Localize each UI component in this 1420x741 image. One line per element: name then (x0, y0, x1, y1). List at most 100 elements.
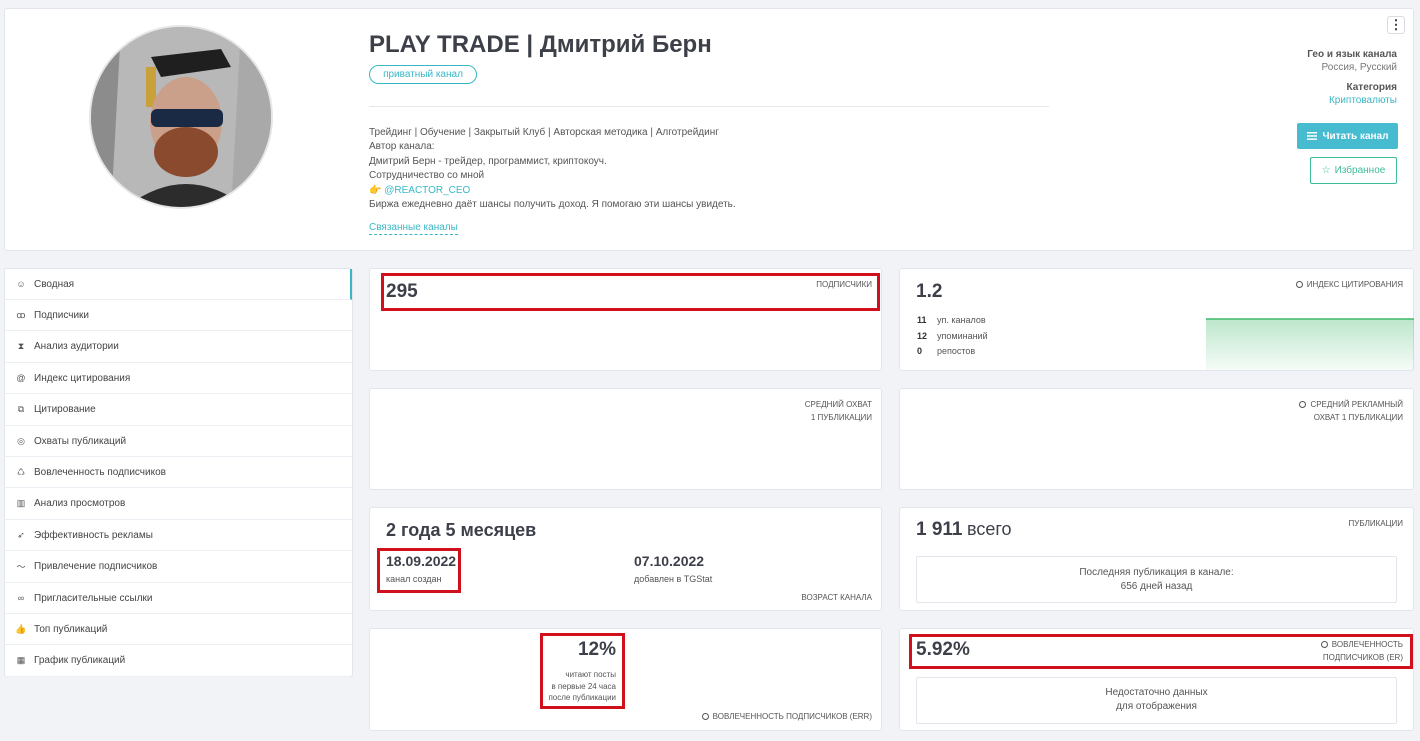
smile-icon: ☺ (16, 279, 26, 289)
publications-count-line: 1 911 всего (916, 519, 1012, 541)
sidebar-item-label: Эффективность рекламы (34, 529, 153, 541)
related-channels-link[interactable]: Связанные каналы (369, 222, 458, 235)
hourglass-icon: ⧗ (17, 341, 25, 352)
info-icon (1299, 401, 1307, 408)
sidebar-item-label: Анализ аудитории (34, 341, 119, 353)
citation-sparkline (1206, 318, 1414, 370)
sidebar-item-label: Привлечение подписчиков (34, 561, 158, 573)
rocket-icon: ➶ (17, 529, 25, 540)
highlight-box (377, 548, 461, 593)
last-publication-days: 656 дней назад (1120, 581, 1193, 592)
citation-row: 11 уп. каналов (917, 315, 986, 325)
sidebar-item-trend[interactable]: 〜 Привлечение подписчиков (5, 552, 352, 583)
citation-stats: 11 уп. каналов 12 упоминаний 0 репостов (917, 313, 988, 360)
average-reach-label: СРЕДНИЙ ОХВАТ 1 ПУБЛИКАЦИИ (804, 400, 872, 422)
info-icon (701, 712, 709, 720)
average-reach-card: СРЕДНИЙ ОХВАТ 1 ПУБЛИКАЦИИ (369, 388, 882, 490)
channel-age-label: ВОЗРАСТ КАНАЛА (801, 592, 872, 602)
added-date: 07.10.2022 (634, 553, 705, 569)
users-icon: ꝏ (16, 309, 26, 320)
channel-description: Трейдинг | Обучение | Закрытый Клуб | Ав… (369, 126, 1069, 212)
channel-title: PLAY TRADE | Дмитрий Берн (369, 31, 712, 58)
publications-label: ПУБЛИКАЦИИ (1348, 519, 1404, 528)
sidebar-item-label: Сводная (34, 278, 75, 290)
er-empty-text: для отображения (1116, 701, 1197, 712)
publications-card: 1 911 всего ПУБЛИКАЦИИ Последняя публика… (899, 507, 1414, 611)
citation-row: 12 упоминаний (917, 330, 988, 341)
thumbs-up-icon: 👍 (15, 623, 27, 634)
highlight-box (381, 273, 880, 311)
pointing-hand-icon: 👉 (369, 184, 382, 196)
bar-chart-icon: ▥ (16, 498, 26, 509)
sidebar-item-bar-chart[interactable]: ▥ Анализ просмотров (5, 489, 352, 520)
highlight-box (909, 634, 1413, 669)
trend-icon: 〜 (16, 562, 26, 573)
sidebar-item-thumbs-up[interactable]: 👍 Топ публикаций (5, 614, 352, 646)
publications-count: 1 911 (916, 519, 963, 540)
read-channel-button[interactable]: Читать канал (1297, 123, 1398, 149)
category-link[interactable]: Криптовалюты (1329, 95, 1397, 106)
citation-index-card: 1.2 ИНДЕКС ЦИТИРОВАНИЯ 11 уп. каналов 12 у… (899, 268, 1414, 371)
sidebar-nav: ☺ Сводная ꝏ Подписчики ⧗ Анализ аудитории @ Инд… (4, 268, 353, 677)
sidebar-item-at[interactable]: @ Индекс цитирования (5, 363, 352, 395)
sidebar-item-label: Индекс цитирования (34, 372, 131, 384)
channel-age-card: 2 года 5 месяцев 18.09.2022 канал создан… (369, 507, 882, 611)
sidebar-item-smile[interactable]: ☺ Сводная (5, 269, 352, 300)
er-empty-text: Недостаточно данных (1105, 687, 1208, 698)
citation-index-value: 1.2 (916, 281, 943, 302)
private-channel-badge: приватный канал (369, 65, 477, 84)
category-label: Категория (1346, 82, 1397, 93)
last-publication-text: Последняя публикация в канале: (1079, 567, 1234, 578)
favorite-label: Избранное (1334, 165, 1386, 176)
info-icon (1295, 281, 1303, 288)
link-icon: ∞ (17, 593, 25, 603)
sidebar-item-engagement[interactable]: ♺ Вовлеченность подписчиков (5, 457, 352, 489)
geo-value: Россия, Русский (1321, 62, 1397, 73)
sidebar-item-label: Топ публикаций (34, 623, 108, 635)
sidebar-item-users[interactable]: ꝏ Подписчики (5, 300, 352, 332)
channel-age-value: 2 года 5 месяцев (386, 520, 537, 540)
er-card: 5.92% ВОВЛЕЧЕННОСТЬ ПОДПИСЧИКОВ (ER) Недо… (899, 628, 1414, 731)
citation-row: 0 репостов (917, 346, 976, 356)
er-empty-box: Недостаточно данных для отображения (916, 677, 1397, 724)
added-label: добавлен в TGStat (634, 574, 713, 584)
sidebar-item-label: График публикаций (34, 655, 126, 667)
sidebar-item-label: Вовлеченность подписчиков (34, 466, 166, 478)
last-publication-box: Последняя публикация в канале: 656 дней … (916, 556, 1397, 603)
description-line: Дмитрий Берн - трейдер, программист, кри… (369, 155, 607, 167)
average-ad-reach-label: СРЕДНИЙ РЕКЛАМНЫЙ ОХВАТ 1 ПУБЛИКАЦИИ (1299, 399, 1403, 424)
sidebar-item-copy[interactable]: ⧉ Цитирование (5, 395, 352, 426)
channel-avatar (89, 25, 273, 209)
calendar-icon: ▦ (16, 655, 26, 666)
sidebar-item-rocket[interactable]: ➶ Эффективность рекламы (5, 520, 352, 552)
sidebar-item-label: Охваты публикаций (34, 435, 127, 447)
favorite-button[interactable]: ☆ Избранное (1310, 157, 1397, 184)
err-card: 12% читают посты в первые 24 часа после пу… (369, 628, 882, 731)
star-icon: ☆ (1321, 165, 1331, 176)
contact-line: 👉 @REACTOR_CEO (369, 184, 1069, 198)
publications-suffix: всего (966, 519, 1012, 539)
highlight-box (540, 633, 625, 709)
sidebar-item-calendar[interactable]: ▦ График публикаций (5, 646, 352, 677)
subscribers-card: 295 ПОДПИСЧИКИ (369, 268, 882, 371)
description-line: Трейдинг | Обучение | Закрытый Клуб | Ав… (369, 127, 719, 138)
eye-icon: ◎ (17, 435, 25, 446)
more-options-button[interactable]: ⋮ (1387, 16, 1405, 34)
channel-header: PLAY TRADE | Дмитрий Берн приватный кана… (4, 8, 1414, 251)
sidebar-item-label: Цитирование (34, 404, 96, 416)
contact-link[interactable]: @REACTOR_CEO (384, 185, 470, 196)
description-line: Автор канала: (369, 141, 435, 153)
average-ad-reach-card: СРЕДНИЙ РЕКЛАМНЫЙ ОХВАТ 1 ПУБЛИКАЦИИ (899, 388, 1414, 490)
sidebar-item-link[interactable]: ∞ Пригласительные ссылки (5, 583, 352, 614)
list-icon (1306, 132, 1317, 140)
engagement-icon: ♺ (16, 466, 26, 477)
geo-label: Гео и язык канала (1307, 49, 1397, 60)
sidebar-item-eye[interactable]: ◎ Охваты публикаций (5, 426, 352, 457)
sidebar-item-label: Анализ просмотров (34, 498, 126, 510)
sidebar-item-hourglass[interactable]: ⧗ Анализ аудитории (5, 332, 352, 363)
description-line: Сотрудничество со мной (369, 170, 485, 182)
err-label: ВОВЛЕЧЕННОСТЬ ПОДПИСЧИКОВ (ERR) (701, 711, 872, 724)
citation-index-label: ИНДЕКС ЦИТИРОВАНИЯ (1295, 279, 1403, 292)
description-line: Биржа ежедневно даёт шансы получить дохо… (369, 199, 736, 211)
read-channel-label: Читать канал (1322, 130, 1389, 142)
